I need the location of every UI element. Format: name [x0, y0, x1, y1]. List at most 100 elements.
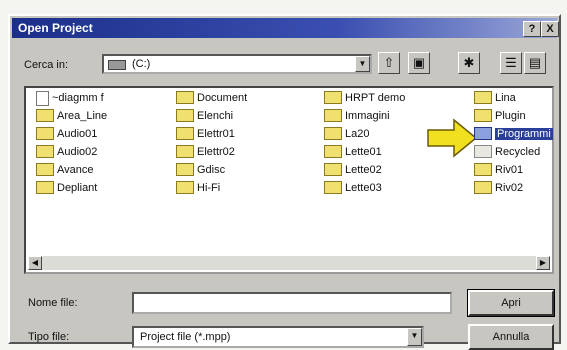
list-item[interactable]: ~diagmm f: [36, 90, 104, 108]
item-label: Riv01: [495, 164, 524, 176]
up-folder-icon[interactable]: ⇧: [378, 52, 400, 74]
folder-icon: [324, 90, 342, 104]
item-label: Depliant: [57, 182, 98, 194]
scroll-left-icon[interactable]: ◀: [28, 256, 42, 270]
folder-icon: [474, 180, 492, 194]
desktop-icon[interactable]: ▣: [408, 52, 430, 74]
scroll-right-icon[interactable]: ▶: [536, 256, 550, 270]
cancel-button[interactable]: Annulla: [468, 324, 554, 350]
item-label: HRPT demo: [345, 92, 406, 104]
folder-icon: [36, 126, 54, 140]
folder-icon: [36, 180, 54, 194]
help-button[interactable]: ?: [523, 21, 541, 37]
list-item[interactable]: Area_Line: [36, 108, 107, 126]
item-label: Lette03: [345, 182, 382, 194]
folder-icon: [324, 144, 342, 158]
item-label: Avance: [57, 164, 94, 176]
drive-icon: [108, 60, 126, 70]
folder-icon: [36, 162, 54, 176]
folder-icon: [474, 90, 492, 104]
list-item[interactable]: Lette03: [324, 180, 382, 198]
item-label: Area_Line: [57, 110, 108, 122]
item-label: Riv02: [495, 182, 524, 194]
folder-icon: [36, 108, 54, 122]
filename-input[interactable]: [132, 292, 452, 314]
list-item[interactable]: Hi-Fi: [176, 180, 220, 198]
new-folder-icon[interactable]: ✱: [458, 52, 480, 74]
item-label: Audio01: [57, 128, 98, 140]
file-icon: [36, 90, 49, 106]
list-item[interactable]: La20: [324, 126, 369, 144]
folder-icon: [474, 108, 492, 122]
file-list[interactable]: ~diagmm f Area_Line Audio01 Audio02 Avan…: [24, 86, 554, 274]
horizontal-scrollbar[interactable]: ◀ ▶: [28, 256, 550, 270]
item-label: Hi-Fi: [197, 182, 221, 194]
list-item[interactable]: Riv01: [474, 162, 523, 180]
item-label: Lina: [495, 92, 516, 104]
open-button[interactable]: Apri: [467, 289, 555, 317]
folder-icon: [474, 126, 492, 140]
list-item[interactable]: Lina: [474, 90, 516, 108]
item-label: Recycled: [495, 146, 541, 158]
list-item[interactable]: Plugin: [474, 108, 526, 126]
list-item[interactable]: Elettr01: [176, 126, 235, 144]
filetype-label: Tipo file:: [28, 331, 70, 343]
list-item[interactable]: Gdisc: [176, 162, 225, 180]
title-bar[interactable]: Open Project ? X: [12, 18, 559, 38]
folder-icon: [324, 180, 342, 194]
folder-icon: [176, 180, 194, 194]
list-item[interactable]: Depliant: [36, 180, 97, 198]
item-label: Audio02: [57, 146, 98, 158]
dialog-title: Open Project: [18, 21, 93, 35]
list-item[interactable]: Immagini: [324, 108, 390, 126]
list-item[interactable]: Lette01: [324, 144, 382, 162]
item-label: Elettr01: [197, 128, 235, 140]
folder-icon: [176, 90, 194, 104]
list-item[interactable]: Audio01: [36, 126, 97, 144]
details-view-icon[interactable]: ▤: [524, 52, 546, 74]
lookin-value: (C:): [132, 58, 151, 70]
item-label: ~diagmm f: [52, 92, 104, 104]
list-item[interactable]: Lette02: [324, 162, 382, 180]
filetype-combo[interactable]: Project file (*.mpp) ▼: [132, 326, 424, 348]
list-item[interactable]: Recycled: [474, 144, 540, 162]
item-label: Plugin: [495, 110, 526, 122]
close-button[interactable]: X: [541, 21, 559, 37]
filename-label: Nome file:: [28, 297, 78, 309]
list-view-icon[interactable]: ☰: [500, 52, 522, 74]
folder-icon: [176, 162, 194, 176]
chevron-down-icon[interactable]: ▼: [407, 328, 422, 346]
folder-icon: [176, 144, 194, 158]
item-label: Programmi: [495, 128, 553, 140]
recycle-bin-icon: [474, 144, 492, 158]
folder-icon: [324, 162, 342, 176]
list-item[interactable]: Elenchi: [176, 108, 233, 126]
list-item[interactable]: Elettr02: [176, 144, 235, 162]
item-label: Elenchi: [197, 110, 234, 122]
open-project-dialog: Open Project ? X Cerca in: (C:) ▼ ⇧ ▣ ✱ …: [8, 14, 561, 350]
folder-icon: [176, 108, 194, 122]
folder-icon: [36, 144, 54, 158]
folder-icon: [474, 162, 492, 176]
item-label: Lette02: [345, 164, 382, 176]
lookin-combo[interactable]: (C:) ▼: [102, 54, 372, 74]
list-item-selected[interactable]: Programmi: [474, 126, 553, 144]
item-label: Elettr02: [197, 146, 235, 158]
list-item[interactable]: HRPT demo: [324, 90, 405, 108]
item-label: Gdisc: [197, 164, 226, 176]
folder-icon: [324, 108, 342, 122]
list-item[interactable]: Audio02: [36, 144, 97, 162]
lookin-label: Cerca in:: [24, 59, 69, 71]
highlight-arrow-icon: [427, 118, 478, 158]
item-label: Lette01: [345, 146, 382, 158]
folder-icon: [176, 126, 194, 140]
item-label: La20: [345, 128, 370, 140]
list-item[interactable]: Avance: [36, 162, 94, 180]
chevron-down-icon[interactable]: ▼: [355, 56, 370, 72]
list-item[interactable]: Document: [176, 90, 247, 108]
item-label: Immagini: [345, 110, 390, 122]
list-item[interactable]: Riv02: [474, 180, 523, 198]
item-label: Document: [197, 92, 248, 104]
filetype-value: Project file (*.mpp): [140, 331, 231, 343]
folder-icon: [324, 126, 342, 140]
